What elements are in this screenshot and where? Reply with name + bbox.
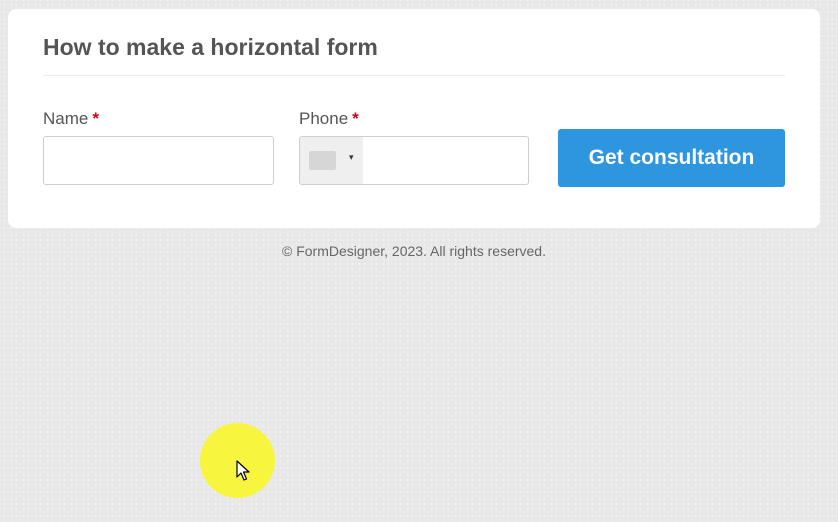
name-input[interactable]: [43, 136, 274, 185]
phone-field: ▾: [299, 136, 529, 185]
dropdown-caret-icon: ▾: [349, 152, 354, 162]
phone-label: Phone *: [299, 109, 359, 129]
phone-input[interactable]: [363, 137, 528, 184]
title-divider: [43, 75, 785, 76]
get-consultation-button[interactable]: Get consultation: [558, 129, 785, 187]
form-card: How to make a horizontal form Name * Phon…: [8, 9, 820, 228]
form-title: How to make a horizontal form: [43, 34, 378, 60]
name-required-mark: *: [92, 109, 99, 128]
footer-copyright: © FormDesigner, 2023. All rights reserve…: [282, 243, 546, 259]
phone-label-text: Phone: [299, 109, 349, 128]
country-code-select[interactable]: ▾: [300, 137, 363, 184]
flag-icon: [309, 151, 336, 170]
name-label: Name *: [43, 109, 99, 129]
page-background: How to make a horizontal form Name * Phon…: [0, 0, 838, 522]
mouse-pointer-icon: [236, 460, 250, 481]
phone-required-mark: *: [352, 109, 359, 128]
name-label-text: Name: [43, 109, 89, 128]
